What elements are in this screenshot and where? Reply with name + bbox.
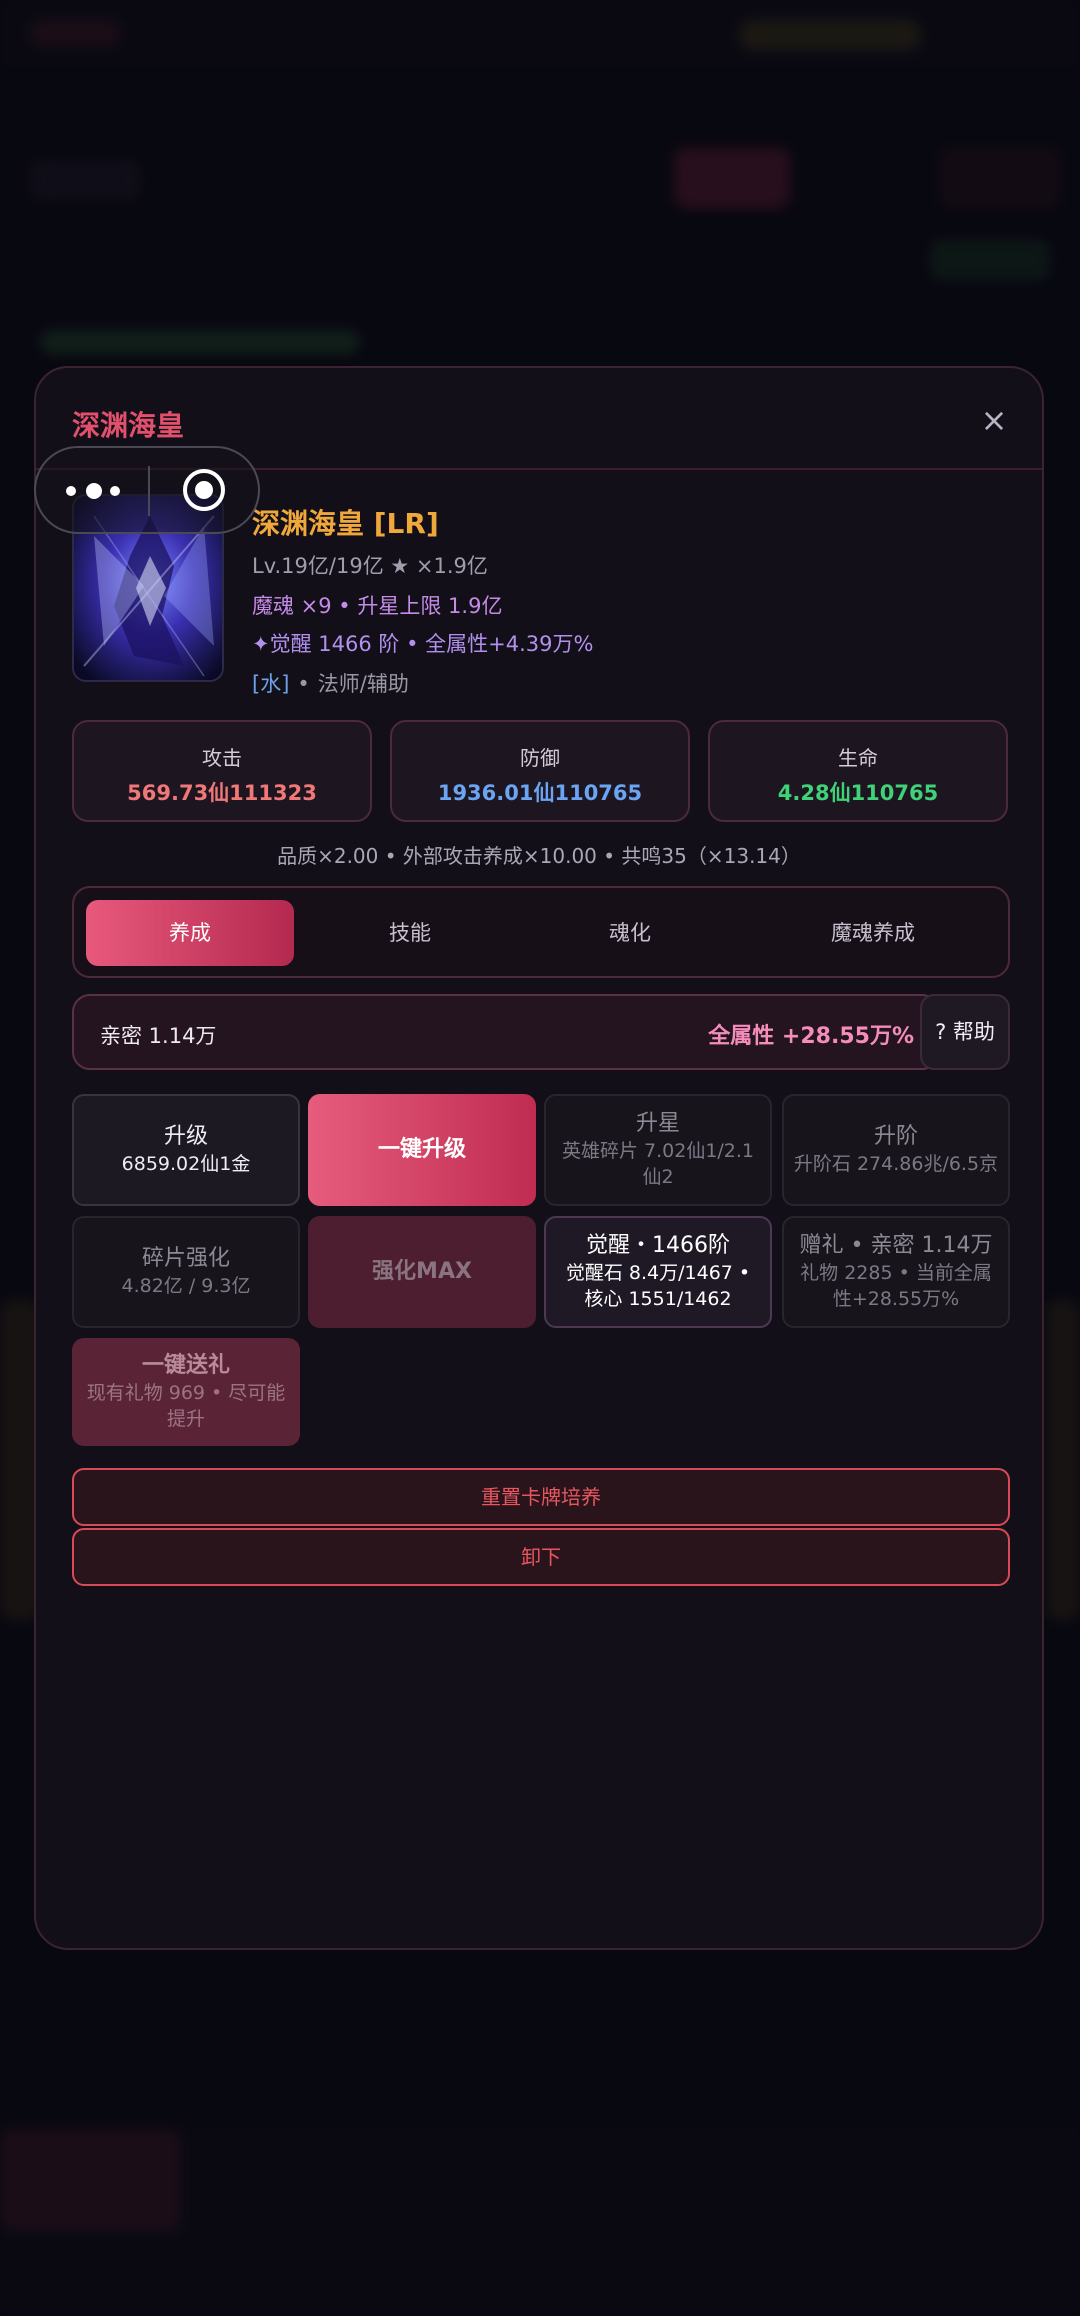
hero-class-line: [水] • 法师/辅助 [252, 672, 409, 696]
stat-label: 生命 [838, 746, 878, 770]
upgrade-cost: 6859.02仙1金 [121, 1153, 251, 1175]
intimacy-bar: 亲密 1.14万 全属性 +28.55万% [72, 994, 940, 1070]
shard-enhance-button[interactable]: 碎片强化 4.82亿 / 9.3亿 [72, 1216, 300, 1328]
stat-value: 1936.01仙110765 [437, 781, 643, 805]
more-dots-icon[interactable] [66, 478, 126, 506]
tab-demon-soul[interactable]: 魔魂养成 [746, 900, 1000, 966]
one-click-gift-button[interactable]: 一键送礼 现有礼物 969 • 尽可能提升 [72, 1338, 300, 1446]
enhance-max-button[interactable]: 强化MAX [308, 1216, 536, 1328]
stat-value: 4.28仙110765 [777, 781, 939, 805]
hero-level-line: Lv.19亿/19亿 ★ ×1.9亿 [252, 554, 488, 578]
shard-enhance-progress: 4.82亿 / 9.3亿 [121, 1275, 251, 1297]
gift-info-detail: 礼物 2285 • 当前全属性+28.55万% [800, 1262, 992, 1310]
intimacy-bonus: 全属性 +28.55万% [708, 1024, 914, 1049]
target-icon[interactable] [182, 468, 226, 512]
star-up-title: 升星 [635, 1111, 680, 1136]
upgrade-title: 升级 [163, 1124, 208, 1149]
help-button[interactable]: ? 帮助 [920, 994, 1010, 1070]
rank-up-title: 升阶 [873, 1124, 918, 1149]
gift-info-title: 赠礼 • 亲密 1.14万 [799, 1233, 993, 1258]
close-icon[interactable]: × [976, 402, 1012, 438]
star-up-button[interactable]: 升星 英雄碎片 7.02仙1/2.1仙2 [544, 1094, 772, 1206]
hero-detail-modal: 深渊海皇 × 深渊海皇 [LR] Lv.19亿/19亿 ★ ×1.9亿 魔魂 ×… [34, 366, 1044, 1950]
hero-awaken-line: ✦觉醒 1466 阶 • 全属性+4.39万% [252, 632, 594, 656]
star-up-cost: 英雄碎片 7.02仙1/2.1仙2 [561, 1140, 755, 1188]
stat-label: 防御 [520, 746, 560, 770]
stat-attack: 攻击 569.73仙111323 [72, 720, 372, 822]
tab-skills[interactable]: 技能 [306, 900, 514, 966]
one-click-upgrade-button[interactable]: 一键升级 [308, 1094, 536, 1206]
tab-bar: 养成 技能 魂化 魔魂养成 [72, 886, 1010, 978]
stat-defense: 防御 1936.01仙110765 [390, 720, 690, 822]
rank-up-cost: 升阶石 274.86兆/6.5京 [793, 1153, 999, 1175]
reset-card-button[interactable]: 重置卡牌培养 [72, 1468, 1010, 1526]
one-click-gift-title: 一键送礼 [141, 1353, 230, 1378]
stat-label: 攻击 [202, 746, 242, 770]
hero-name: 深渊海皇 [LR] [252, 507, 439, 540]
awaken-button[interactable]: 觉醒・1466阶 觉醒石 8.4万/1467 • 核心 1551/1462 [544, 1216, 772, 1328]
unequip-button[interactable]: 卸下 [72, 1528, 1010, 1586]
modal-title: 深渊海皇 [72, 409, 185, 442]
quality-line: 品质×2.00 • 外部攻击养成×10.00 • 共鸣35（×13.14） [277, 844, 801, 868]
upgrade-button[interactable]: 升级 6859.02仙1金 [72, 1094, 300, 1206]
tab-soulify[interactable]: 魂化 [526, 900, 734, 966]
awaken-title: 觉醒・1466阶 [586, 1233, 730, 1258]
shard-enhance-title: 碎片强化 [141, 1246, 230, 1271]
miniprogram-capsule [34, 446, 260, 534]
one-click-gift-detail: 现有礼物 969 • 尽可能提升 [86, 1382, 286, 1430]
hero-role: 法师/辅助 [317, 672, 409, 696]
tab-cultivate[interactable]: 养成 [86, 900, 294, 966]
stat-health: 生命 4.28仙110765 [708, 720, 1008, 822]
awaken-cost: 觉醒石 8.4万/1467 • 核心 1551/1462 [565, 1262, 751, 1310]
capsule-divider [148, 466, 150, 516]
stat-value: 569.73仙111323 [127, 781, 317, 805]
one-click-upgrade-title: 一键升级 [377, 1137, 466, 1162]
hero-soul-line: 魔魂 ×9 • 升星上限 1.9亿 [252, 594, 503, 618]
rank-up-button[interactable]: 升阶 升阶石 274.86兆/6.5京 [782, 1094, 1010, 1206]
enhance-max-title: 强化MAX [372, 1259, 472, 1284]
intimacy-value: 亲密 1.14万 [100, 1024, 217, 1048]
gift-info-button[interactable]: 赠礼 • 亲密 1.14万 礼物 2285 • 当前全属性+28.55万% [782, 1216, 1010, 1328]
hero-element: [水] [252, 672, 290, 696]
